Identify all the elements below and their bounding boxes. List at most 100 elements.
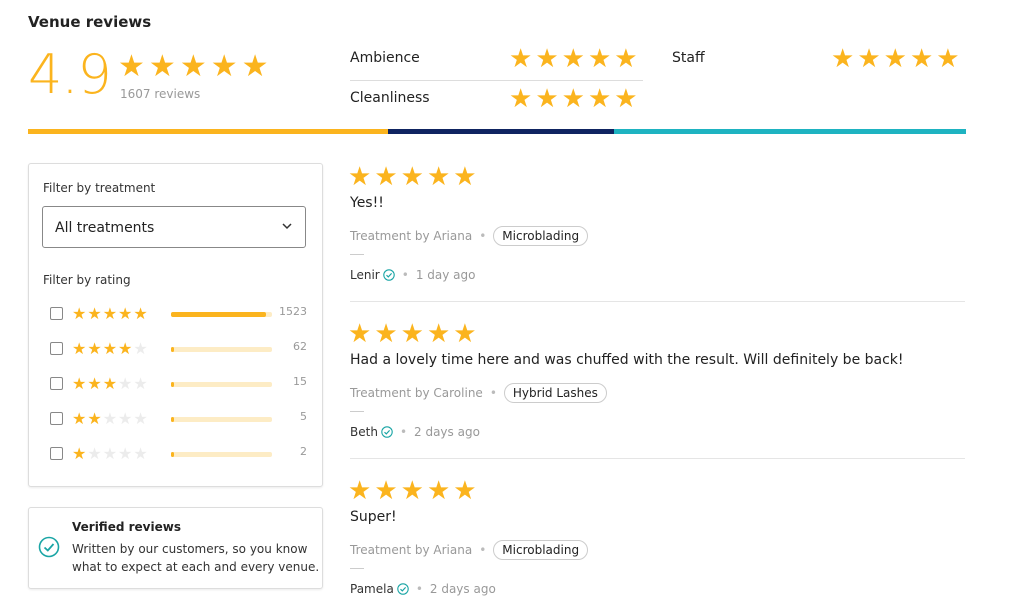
rating-stars: ★★★★★	[72, 409, 149, 428]
review-stars: ★★★★★	[348, 476, 480, 506]
separator-dot: •	[479, 543, 487, 557]
category-label-staff: Staff	[672, 50, 705, 66]
review-treatment-meta: Treatment by Ariana • Microblading	[350, 540, 589, 560]
rating-bar-fill	[171, 312, 266, 317]
accent-bar-teal	[614, 129, 966, 134]
rating-filter-row-1[interactable]: ★★★★★ 2	[50, 445, 307, 465]
star-icon: ★	[118, 374, 134, 393]
star-icon: ★	[614, 44, 641, 74]
treatment-by: Treatment by Ariana	[350, 543, 473, 557]
rating-stars: ★★★★★	[72, 444, 149, 463]
star-icon: ★	[102, 444, 119, 463]
star-icon: ★	[72, 374, 88, 393]
treatment-by: Treatment by Ariana	[350, 229, 473, 243]
review-time: 2 days ago	[414, 425, 480, 439]
rating-filter-row-3[interactable]: ★★★★★ 15	[50, 375, 307, 395]
star-icon: ★	[102, 339, 119, 358]
verified-line-2: what to expect at each and every venue.	[72, 560, 320, 574]
star-icon: ★	[400, 476, 427, 506]
star-icon: ★	[133, 374, 149, 393]
star-icon: ★	[102, 304, 119, 323]
star-icon: ★	[857, 44, 884, 74]
rating-checkbox[interactable]	[50, 307, 63, 320]
rating-count: 1523	[279, 305, 307, 318]
rating-checkbox[interactable]	[50, 447, 63, 460]
rating-bar-fill	[171, 382, 175, 387]
review-treatment-meta: Treatment by Ariana • Microblading	[350, 226, 589, 246]
star-icon: ★	[614, 84, 641, 114]
review-divider	[350, 301, 965, 302]
star-icon: ★	[72, 339, 88, 358]
star-icon: ★	[453, 319, 480, 349]
verified-check-icon	[381, 426, 393, 438]
star-icon: ★	[509, 84, 536, 114]
star-icon: ★	[453, 162, 480, 192]
rating-filter-row-2[interactable]: ★★★★★ 5	[50, 410, 307, 430]
star-icon: ★	[883, 44, 910, 74]
treatment-chip[interactable]: Microblading	[493, 226, 589, 246]
rating-checkbox[interactable]	[50, 377, 63, 390]
review-stars: ★★★★★	[348, 162, 480, 192]
review-author: Beth	[350, 425, 378, 439]
treatment-chip[interactable]: Hybrid Lashes	[503, 383, 607, 403]
page-title: Venue reviews	[28, 13, 152, 31]
category-label-cleanliness: Cleanliness	[350, 90, 430, 106]
rating-count: 15	[293, 375, 307, 388]
star-icon: ★	[87, 304, 103, 323]
star-icon: ★	[133, 409, 149, 428]
separator-dot: •	[401, 268, 409, 282]
rating-bar-fill	[171, 417, 175, 422]
star-icon: ★	[87, 409, 103, 428]
star-icon: ★	[118, 409, 134, 428]
star-icon: ★	[133, 304, 149, 323]
review-text: Super!	[350, 509, 397, 525]
rating-checkbox[interactable]	[50, 342, 63, 355]
treatment-select[interactable]: All treatments	[42, 206, 306, 248]
verified-line-1: Written by our customers, so you know	[72, 542, 308, 556]
star-icon: ★	[509, 44, 536, 74]
separator-dot: •	[415, 582, 423, 596]
rating-filter-row-5[interactable]: ★★★★★ 1523	[50, 305, 307, 325]
rating-bar-fill	[171, 347, 175, 352]
star-icon: ★	[133, 444, 149, 463]
rating-stars: ★★★★★	[72, 304, 149, 323]
star-icon: ★	[210, 49, 242, 84]
accent-bar-yellow	[28, 129, 388, 134]
ambience-stars: ★★★★★	[509, 44, 641, 74]
star-icon: ★	[87, 374, 103, 393]
star-icon: ★	[400, 319, 427, 349]
star-icon: ★	[118, 444, 134, 463]
verified-check-icon	[382, 269, 395, 281]
cleanliness-stars: ★★★★★	[509, 84, 641, 114]
star-icon: ★	[831, 44, 858, 74]
overall-rating: 4.9	[28, 43, 112, 106]
review-text: Yes!!	[350, 195, 384, 211]
rating-count: 5	[300, 410, 307, 423]
verified-check-icon	[397, 583, 409, 595]
short-divider	[350, 568, 364, 569]
review-count: 1607 reviews	[120, 87, 201, 101]
star-icon: ★	[374, 162, 401, 192]
short-divider	[350, 254, 364, 255]
rating-filter-label: Filter by rating	[43, 273, 131, 287]
review-author: Pamela	[350, 582, 394, 596]
star-icon: ★	[587, 44, 615, 74]
chevron-down-icon	[282, 223, 292, 230]
rating-stars: ★★★★★	[72, 339, 149, 358]
accent-bar-navy	[388, 129, 614, 134]
rating-filter-row-4[interactable]: ★★★★★ 62	[50, 340, 307, 360]
separator-dot: •	[479, 229, 487, 243]
review-author-line: Beth • 2 days ago	[350, 421, 480, 440]
star-icon: ★	[561, 44, 588, 74]
review-time: 2 days ago	[429, 582, 496, 596]
star-icon: ★	[936, 44, 963, 74]
star-icon: ★	[587, 84, 615, 114]
review-divider	[350, 458, 965, 459]
star-icon: ★	[102, 409, 119, 428]
review-stars: ★★★★★	[348, 319, 480, 349]
star-icon: ★	[348, 162, 375, 192]
rating-checkbox[interactable]	[50, 412, 63, 425]
category-divider	[350, 80, 643, 81]
treatment-chip[interactable]: Microblading	[493, 540, 589, 560]
star-icon: ★	[348, 319, 375, 349]
